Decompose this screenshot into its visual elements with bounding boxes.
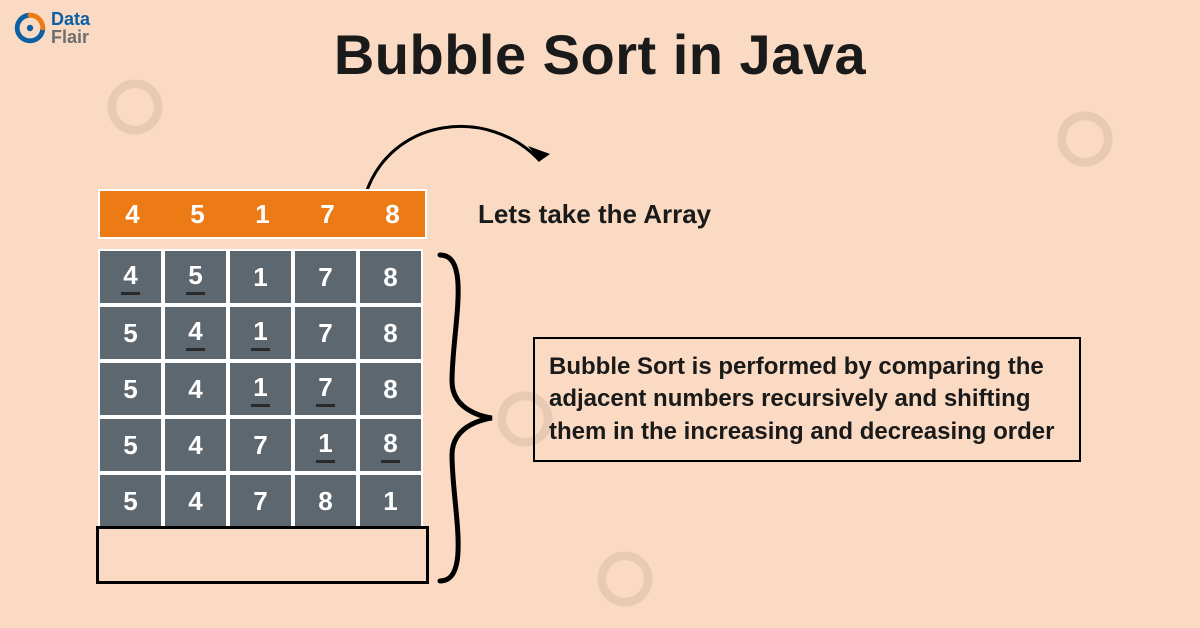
- header-cell: 5: [165, 191, 230, 237]
- table-cell: 5: [98, 305, 163, 361]
- table-cell: 7: [293, 249, 358, 305]
- header-cell: 4: [100, 191, 165, 237]
- watermark-icon: [1050, 110, 1120, 168]
- table-cell: 8: [358, 305, 423, 361]
- table-row: 54178: [98, 305, 427, 361]
- curly-brace-icon: [430, 251, 500, 585]
- table-cell: 5: [98, 417, 163, 473]
- table-cell: 4: [163, 361, 228, 417]
- final-row-highlight: [96, 526, 429, 584]
- page-title: Bubble Sort in Java: [0, 22, 1200, 87]
- table-cell: 8: [358, 417, 423, 473]
- table-cell: 5: [163, 249, 228, 305]
- table-cell: 8: [358, 249, 423, 305]
- table-cell: 7: [293, 305, 358, 361]
- table-cell: 4: [98, 249, 163, 305]
- header-cell: 1: [230, 191, 295, 237]
- table-cell: 4: [163, 473, 228, 529]
- watermark-icon: [590, 550, 660, 608]
- table-cell: 7: [228, 417, 293, 473]
- table-cell: 7: [293, 361, 358, 417]
- header-cell: 7: [295, 191, 360, 237]
- table-row: 54718: [98, 417, 427, 473]
- table-cell: 1: [293, 417, 358, 473]
- description-box: Bubble Sort is performed by comparing th…: [533, 337, 1081, 462]
- table-cell: 1: [228, 305, 293, 361]
- table-cell: 1: [358, 473, 423, 529]
- table-row: 45178: [98, 249, 427, 305]
- table-cell: 1: [228, 361, 293, 417]
- table-cell: 8: [293, 473, 358, 529]
- row-spacer: [98, 239, 427, 249]
- table-cell: 8: [358, 361, 423, 417]
- table-row: 54178: [98, 361, 427, 417]
- table-cell: 5: [98, 473, 163, 529]
- table-row: 54781: [98, 473, 427, 529]
- table-cell: 1: [228, 249, 293, 305]
- sort-table: 45178 4517854178541785471854781: [98, 189, 427, 529]
- header-cell: 8: [360, 191, 425, 237]
- header-row: 45178: [98, 189, 427, 239]
- table-cell: 7: [228, 473, 293, 529]
- description-text: Bubble Sort is performed by comparing th…: [549, 351, 1065, 448]
- table-cell: 4: [163, 305, 228, 361]
- array-label: Lets take the Array: [478, 199, 711, 230]
- table-cell: 5: [98, 361, 163, 417]
- table-cell: 4: [163, 417, 228, 473]
